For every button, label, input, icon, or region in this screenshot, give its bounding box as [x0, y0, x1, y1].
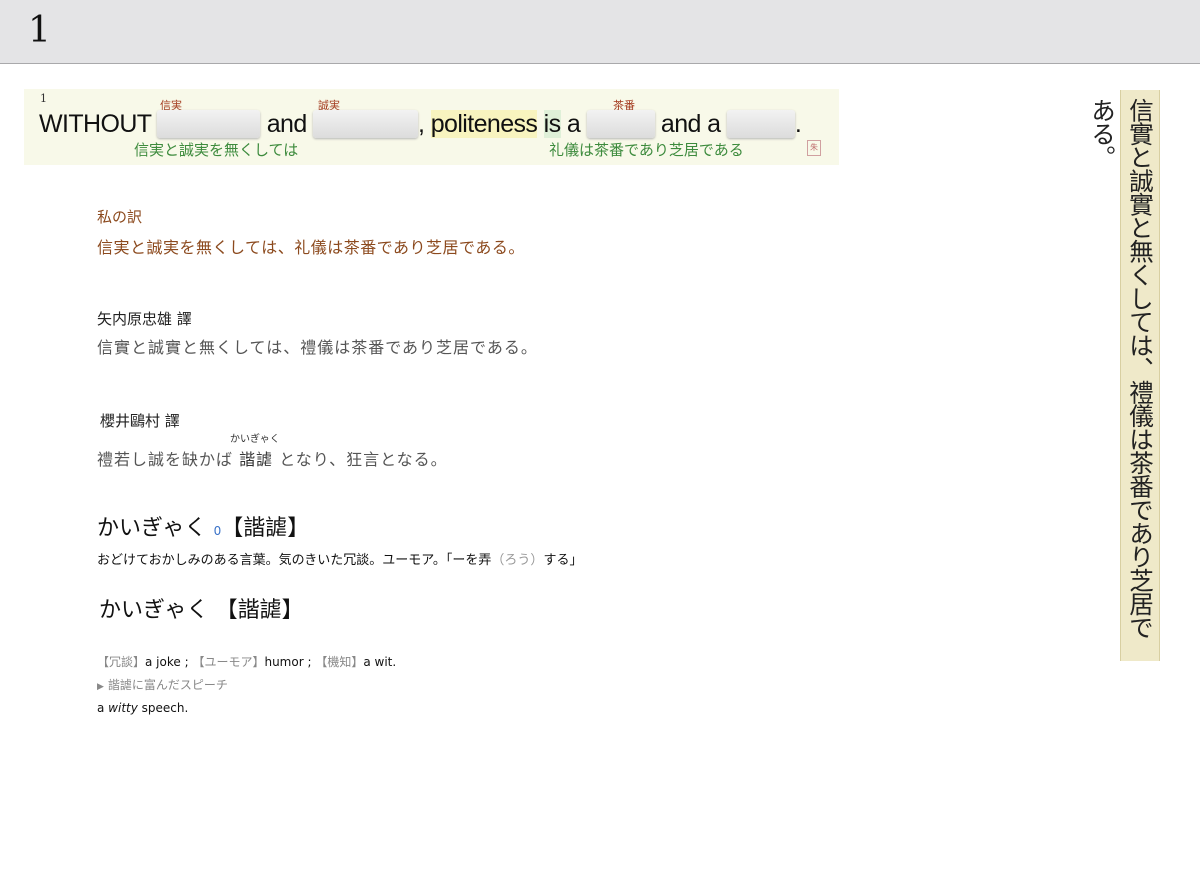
- example-ja-row: ▶ 諧謔に富んだスピーチ: [97, 676, 228, 693]
- word-and[interactable]: and: [267, 110, 308, 138]
- def-reading: （ろう）: [491, 553, 544, 568]
- example-en-post: speech.: [137, 701, 189, 715]
- sense-tag: 【冗談】: [97, 655, 146, 669]
- english-sentence: WITHOUT and , politeness is a and a .: [39, 107, 802, 141]
- example-en: a witty speech.: [97, 701, 188, 715]
- dict2-kanji: 【諧謔】: [215, 598, 304, 623]
- vertical-text: 信實と誠實と無くしては、禮儀は茶番であり芝居である。: [1088, 98, 1155, 639]
- blank-2[interactable]: [313, 110, 418, 138]
- page-header-bar: 1: [0, 0, 1200, 64]
- seal-icon: 朱: [807, 140, 821, 156]
- sentence-panel: 1 信実 誠実 茶番 WITHOUT and , politeness is a…: [24, 89, 839, 165]
- blank-3[interactable]: [586, 110, 655, 138]
- sense-en: a wit.: [363, 655, 397, 669]
- dict2-senses: 【冗談】a joke ; 【ユーモア】humor ; 【機知】a wit.: [97, 653, 396, 670]
- sentence-index: 1: [40, 92, 47, 105]
- sense-en: humor ;: [264, 655, 312, 669]
- dict1-definition: おどけておかしみのある言葉。気のきいた冗談。ユーモア。「ーを弄（ろう）する」: [97, 549, 582, 568]
- translation-right: 礼儀は茶番であり芝居である: [549, 141, 744, 159]
- def-main: おどけておかしみのある言葉。気のきいた冗談。ユーモア。「ーを弄: [97, 553, 492, 568]
- sense-tag: 【機知】: [315, 655, 364, 669]
- word-is[interactable]: is: [543, 110, 561, 138]
- dict1-headword: かいぎゃく: [97, 516, 207, 541]
- translation-left: 信実と誠実を無くしては: [134, 141, 299, 159]
- vertical-scroll-panel: 信實と誠實と無くしては、禮儀は茶番であり芝居である。: [1088, 90, 1160, 661]
- word-politeness[interactable]: politeness: [430, 110, 538, 138]
- dict1-heading: かいぎゃく 0【諧謔】: [97, 510, 309, 542]
- sakurai-ruby-base: 諧謔: [239, 450, 274, 469]
- example-en-pre: a: [97, 701, 109, 715]
- sense-en: a joke ;: [145, 655, 189, 669]
- page-number: 1: [28, 10, 51, 51]
- def-end: する」: [543, 553, 583, 568]
- dict2-heading: かいぎゃく 【諧謔】: [99, 592, 304, 624]
- dict1-kanji: 【諧謔】: [221, 516, 310, 541]
- ruby-reading: かいぎゃく: [230, 434, 280, 445]
- triangle-right-icon[interactable]: ▶: [97, 682, 104, 692]
- sakurai-text: 禮若し誠を缺かば 諧謔 となり、狂言となる。: [97, 446, 448, 470]
- word-comma: ,: [418, 110, 425, 138]
- example-en-em: witty: [108, 701, 138, 715]
- yanaihara-text: 信實と誠實と無くしては、禮儀は茶番であり芝居である。: [97, 338, 538, 357]
- sakurai-text-after: となり、狂言となる。: [279, 450, 448, 469]
- word-period: .: [794, 110, 802, 138]
- example-ja: 諧謔に富んだスピーチ: [107, 678, 228, 692]
- my-translation-text: 信実と誠実を無くしては、礼儀は茶番であり芝居である。: [97, 238, 525, 257]
- word-without[interactable]: WITHOUT: [39, 110, 152, 138]
- blank-1[interactable]: [157, 110, 261, 138]
- my-translation-label: 私の訳: [97, 208, 143, 226]
- sakurai-label: 櫻井鷗村 譯: [100, 412, 180, 430]
- word-a[interactable]: a: [567, 110, 581, 138]
- sense-tag: 【ユーモア】: [192, 655, 265, 669]
- blank-4[interactable]: [726, 110, 795, 138]
- yanaihara-label: 矢内原忠雄 譯: [97, 310, 192, 328]
- sakurai-text-before: 禮若し誠を缺かば: [97, 450, 234, 469]
- word-and-a[interactable]: and a: [661, 110, 721, 138]
- dict2-headword: かいぎゃく: [99, 598, 209, 623]
